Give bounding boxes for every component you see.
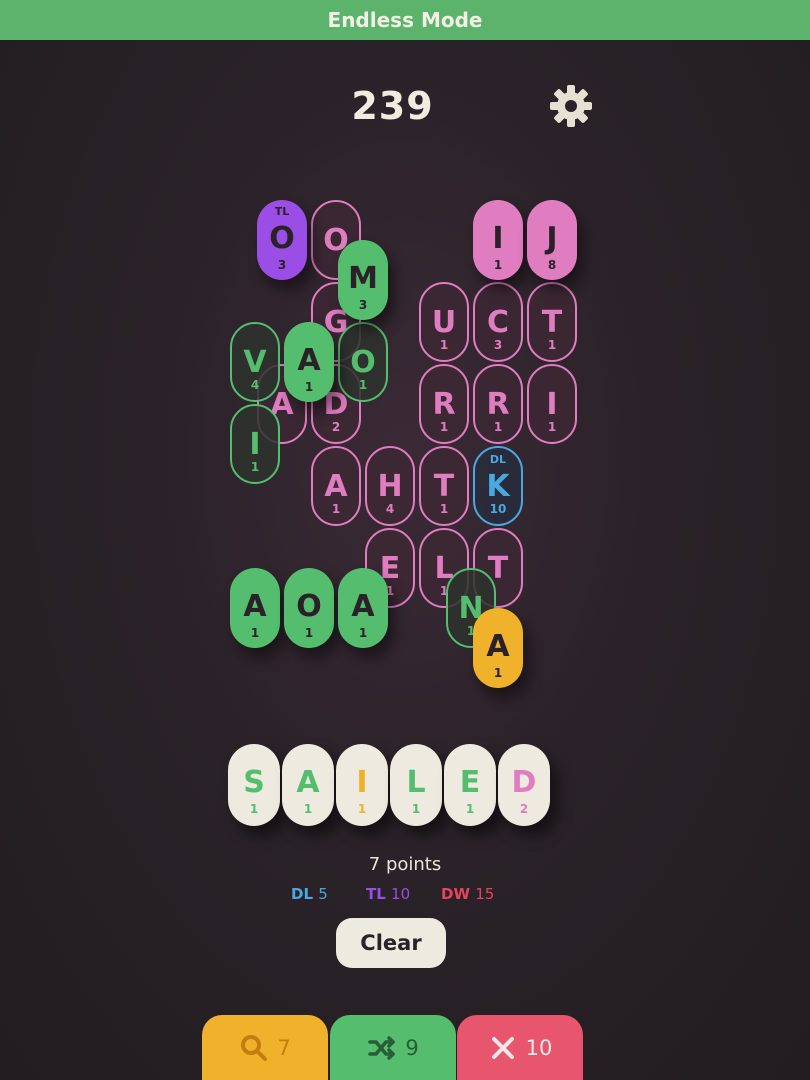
mode-header: Endless Mode [0, 0, 810, 40]
remove-count: 10 [525, 1035, 553, 1060]
word-points: 7 points [368, 854, 442, 875]
word-tile[interactable]: A 1 [282, 744, 334, 826]
board-tile[interactable]: A 1 [473, 608, 523, 688]
clear-button[interactable]: Clear [336, 918, 446, 968]
shuffle-icon [368, 1035, 396, 1060]
dl-value: 5 [318, 885, 328, 903]
remove-powerup-button[interactable]: 10 [457, 1015, 583, 1080]
board-tile[interactable]: C 3 [473, 282, 523, 362]
board-tile[interactable]: A 1 [230, 568, 280, 648]
close-icon [491, 1036, 514, 1059]
board-tile[interactable]: V 4 [230, 322, 280, 402]
score-display: 239 [351, 84, 434, 128]
dl-bonus: DL 5 [291, 885, 328, 903]
tl-bonus: TL 10 [366, 885, 410, 903]
board-tile[interactable]: I 1 [473, 200, 523, 280]
board-tile[interactable]: I 1 [230, 404, 280, 484]
dw-value: 15 [475, 885, 495, 903]
word-tile[interactable]: L 1 [390, 744, 442, 826]
board-tile[interactable]: T 1 [527, 282, 577, 362]
board-tile[interactable]: A 1 [284, 322, 334, 402]
word-tile[interactable]: I 1 [336, 744, 388, 826]
board-tile[interactable]: O 1 [284, 568, 334, 648]
board-tile-double-letter[interactable]: DL K 10 [473, 446, 523, 526]
word-tile[interactable]: S 1 [228, 744, 280, 826]
tl-value: 10 [391, 885, 411, 903]
board-tile[interactable]: H 4 [365, 446, 415, 526]
search-count: 7 [277, 1035, 291, 1060]
board-tile[interactable]: A 1 [338, 568, 388, 648]
board-tile[interactable]: R 1 [473, 364, 523, 444]
shuffle-count: 9 [405, 1035, 419, 1060]
word-tile[interactable]: E 1 [444, 744, 496, 826]
board-tile[interactable]: I 1 [527, 364, 577, 444]
board-tile[interactable]: J 8 [527, 200, 577, 280]
tl-label: TL [366, 885, 386, 903]
search-powerup-button[interactable]: 7 [202, 1015, 328, 1080]
dw-bonus: DW 15 [441, 885, 494, 903]
board-tile[interactable]: R 1 [419, 364, 469, 444]
dw-label: DW [441, 885, 470, 903]
mode-title: Endless Mode [327, 8, 483, 32]
board-tile[interactable]: T 1 [419, 446, 469, 526]
shuffle-powerup-button[interactable]: 9 [330, 1015, 456, 1080]
board-tile[interactable]: O 1 [338, 322, 388, 402]
gear-icon[interactable] [548, 83, 594, 129]
word-tile[interactable]: D 2 [498, 744, 550, 826]
search-icon [241, 1034, 268, 1061]
board-tile[interactable]: M 3 [338, 240, 388, 320]
board-tile[interactable]: U 1 [419, 282, 469, 362]
board-tile-triple-letter[interactable]: TL O 3 [257, 200, 307, 280]
dl-label: DL [291, 885, 314, 903]
board-tile[interactable]: A 1 [311, 446, 361, 526]
